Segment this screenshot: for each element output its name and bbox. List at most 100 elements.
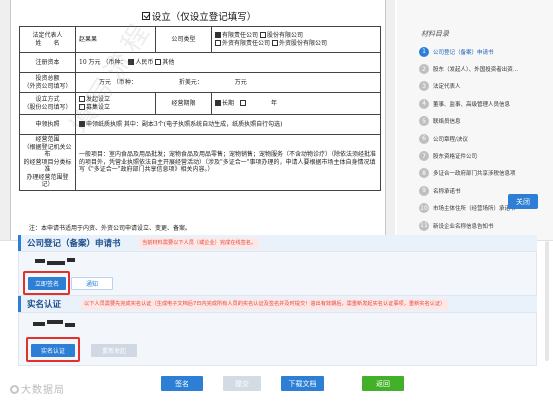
material-menu-list: 1 公司登记（备案）申请书 2 股东（发起人）、外国投资者出资... 3 法定代表人 4 董事… — [419, 43, 518, 234]
scope-value: 一般项目：室内食品及用品批发；宠物食品及用品零售；宠物销售；宠物服务（不含动物诊… — [75, 134, 381, 191]
brand-logo: 大数据局 — [10, 381, 65, 396]
investment-label: 投资总额 （外资公司填写） — [19, 72, 76, 93]
document-preview-area: 设立（仅设立登记填写） 法定代表人 姓 名 赵果果 公司类型 有限责任公司 股份… — [0, 0, 395, 240]
legal-rep-value: 赵果果 — [75, 26, 156, 53]
application-signer-card: 立即签名 通知 — [18, 251, 537, 296]
menu-item-number: 1 — [419, 46, 429, 57]
menu-item-label: 新设企业名称信息告知书 — [433, 223, 494, 230]
company-type-opt-llc: 有限责任公司 — [222, 32, 259, 39]
menu-item[interactable]: 7 股东资格证件公司 — [419, 147, 518, 164]
investment-converted: 折美元： — [178, 78, 203, 86]
menu-item[interactable]: 2 股东（发起人）、外国投资者出资... — [419, 60, 518, 77]
resend-button[interactable]: 重新发起 — [91, 344, 137, 357]
company-type-opt-foreign-llc: 外资有限责任公司 — [222, 39, 271, 47]
menu-item-label: 股东资格证件公司 — [433, 154, 478, 161]
menu-item-number: 5 — [419, 116, 429, 127]
investment-value: 万元 （币种： — [99, 78, 137, 86]
checked-box-icon — [141, 12, 150, 20]
checkbox-icon — [215, 39, 221, 46]
investment-converted-unit: 万元 — [234, 78, 247, 86]
document-page: 设立（仅设立登记填写） 法定代表人 姓 名 赵果果 公司类型 有限责任公司 股份… — [10, 0, 386, 240]
menu-item[interactable]: 1 公司登记（备案）申请书 — [419, 43, 518, 60]
capital-row: 10 万元 （币种： 人民币 其他 — [75, 52, 381, 73]
menu-item[interactable]: 8 多证合一政府部门共享涉税信息项 — [419, 165, 518, 182]
menu-item-number: 11 — [419, 220, 429, 231]
application-section-title: 公司登记（备案）申请书 — [27, 239, 121, 249]
menu-item-number: 9 — [419, 185, 429, 196]
menu-item-label: 联络员信息 — [433, 119, 461, 126]
menu-item-label: 董事、监事、高级管理人员信息 — [433, 101, 511, 108]
checkbox-icon — [79, 103, 85, 110]
menu-item[interactable]: 4 董事、监事、高级管理人员信息 — [419, 95, 518, 112]
menu-item-label: 股东（发起人）、外国投资者出资... — [433, 67, 518, 74]
menu-item-label: 市场主体住所（经营场所）承诺书 — [433, 206, 516, 213]
checkbox-icon — [259, 32, 266, 38]
menu-item[interactable]: 10 市场主体住所（经营场所）承诺书 — [419, 200, 518, 217]
notify-button[interactable]: 通知 — [71, 277, 113, 290]
method-opt-promote: 发起设立 — [86, 96, 111, 103]
menu-item-number: 4 — [419, 98, 429, 109]
checkbox-icon — [155, 58, 162, 65]
method-options: 发起设立 募集设立 — [75, 92, 156, 115]
scope-label: 经营范围 （根据登记机关公布 的经营项目分类标准 办理经营范围登记） — [19, 134, 76, 191]
capital-label: 注册资本 — [19, 52, 76, 73]
term-opt-years: 年 — [270, 99, 277, 107]
menu-item-label: 公司章程/决议 — [433, 136, 468, 143]
realname-person-card: 实名认证 重新发起 — [18, 312, 537, 366]
menu-item-label: 公司登记（备案）申请书 — [433, 49, 494, 56]
document-section-title: 设立（仅设立登记填写） — [151, 12, 257, 23]
brand-text: 大数据局 — [21, 385, 65, 396]
legal-rep-label: 法定代表人 姓 名 — [19, 26, 76, 53]
realname-auth-section: 实名认证 以下人员需要先完成实名认证（生成电子文档后7日内完成所有人员的实名认证… — [18, 296, 537, 366]
menu-item-number: 2 — [419, 64, 429, 75]
company-type-options: 有限责任公司 股份有限公司 外资有限责任公司 外资股份有限公司 — [211, 26, 381, 53]
menu-item[interactable]: 5 联络员信息 — [419, 113, 518, 130]
application-form-table: 法定代表人 姓 名 赵果果 公司类型 有限责任公司 股份有限公司 外资有限责任公… — [19, 26, 381, 191]
license-row: 申领纸质执照 其中：副本3个(电子执照系统自动生成，纸质执照自行勾选) — [75, 114, 381, 135]
material-menu-title: 材料目录 — [421, 30, 449, 38]
menu-item[interactable]: 9 名称承诺书 — [419, 182, 518, 199]
checkbox-checked-icon — [79, 120, 85, 127]
realname-section-hint: 以下人员需要先完成实名认证（生成电子文档后7日内完成所有人员的实名认证及签名并及… — [81, 299, 449, 310]
license-label: 申领执照 — [19, 114, 76, 135]
checkbox-checked-icon — [128, 58, 135, 65]
capital-value: 10 万元 （币种： — [79, 58, 127, 66]
application-section-header: 公司登记（备案）申请书 当前材料需要以下人员（或企业）完成在线签名。 — [18, 235, 537, 251]
license-value: 申领纸质执照 其中：副本3个(电子执照系统自动生成，纸质执照自行勾选) — [86, 120, 283, 128]
checkbox-checked-icon — [215, 99, 221, 106]
menu-item[interactable]: 6 公司章程/决议 — [419, 130, 518, 147]
highlight-box — [26, 337, 80, 362]
company-type-opt-foreign-stock: 外资股份有限公司 — [278, 39, 327, 47]
term-label: 经营期限 — [155, 92, 212, 115]
application-sign-section: 公司登记（备案）申请书 当前材料需要以下人员（或企业）完成在线签名。 立即签名 … — [18, 235, 537, 296]
download-document-button[interactable]: 下载文档 — [281, 376, 324, 391]
sign-button[interactable]: 签名 — [161, 376, 203, 391]
material-menu: 材料目录 1 公司登记（备案）申请书 2 股东（发起人）、外国投资者出资... 3 法定代… — [397, 0, 553, 240]
method-label: 设立方式 （股份公司填写） — [19, 92, 76, 115]
menu-item-number: 7 — [419, 151, 429, 162]
person-avatar-redacted — [33, 319, 81, 331]
checkbox-icon — [79, 96, 85, 102]
company-type-opt-joint-stock: 股份有限公司 — [266, 32, 303, 39]
highlight-box — [23, 271, 70, 295]
term-opt-long: 长期 — [222, 99, 235, 107]
submit-button[interactable]: 提交 — [223, 376, 261, 391]
page-scrollbar[interactable] — [545, 241, 549, 361]
term-options: 长期 年 — [211, 92, 381, 115]
realname-section-header: 实名认证 以下人员需要先完成实名认证（生成电子文档后7日内完成所有人员的实名认证… — [18, 296, 537, 312]
menu-item-label: 法定代表人 — [433, 84, 461, 91]
return-button[interactable]: 返回 — [362, 376, 404, 391]
menu-item[interactable]: 3 法定代表人 — [419, 78, 518, 95]
logo-icon — [10, 385, 19, 394]
menu-item-number: 3 — [419, 81, 429, 92]
menu-item-number: 8 — [419, 168, 429, 179]
menu-close-button[interactable]: 关闭 — [508, 194, 538, 209]
menu-item-label: 名称承诺书 — [433, 188, 461, 195]
checkbox-checked-icon — [215, 32, 221, 38]
action-footer: 大数据局 签名 提交 下载文档 返回 — [0, 366, 553, 401]
company-type-label: 公司类型 — [155, 26, 212, 53]
checkbox-icon — [239, 99, 246, 106]
investment-row: 万元 （币种： 折美元： 万元 — [75, 72, 381, 93]
menu-item[interactable]: 11 新设企业名称信息告知书 — [419, 217, 518, 234]
menu-item-label: 多证合一政府部门共享涉税信息项 — [433, 171, 516, 178]
